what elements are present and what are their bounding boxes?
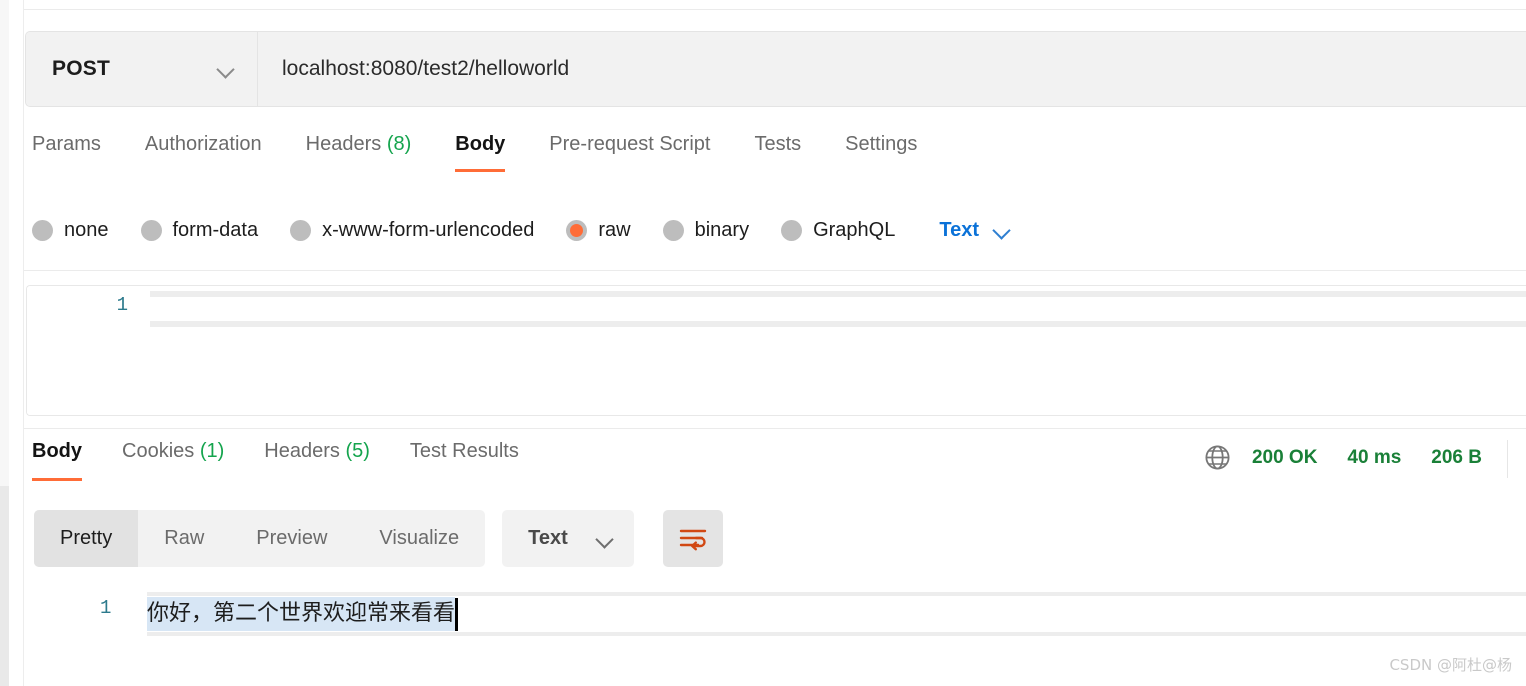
response-tab-cookies-count: (1) xyxy=(199,440,225,462)
tab-headers-count: (8) xyxy=(386,133,412,155)
radio-icon-binary xyxy=(662,219,684,241)
response-tab-cookies[interactable]: Cookies (1) xyxy=(122,440,224,485)
view-mode-raw[interactable]: Raw xyxy=(138,510,230,567)
request-editor-gutter: 1 xyxy=(27,286,150,415)
body-type-radio-group: none form-data x-www-form-urlencoded raw… xyxy=(32,208,1011,252)
globe-icon xyxy=(1205,445,1230,470)
request-editor-line-number: 1 xyxy=(116,294,128,316)
response-format-select[interactable]: Text xyxy=(502,510,634,567)
chevron-down-icon xyxy=(993,221,1011,239)
response-tab-cookies-label: Cookies xyxy=(122,440,195,462)
body-type-graphql-label: GraphQL xyxy=(813,218,896,241)
chevron-down-icon xyxy=(217,60,235,78)
body-type-binary[interactable]: binary xyxy=(662,218,750,242)
body-type-none[interactable]: none xyxy=(32,219,109,242)
chevron-down-icon xyxy=(596,530,614,548)
body-type-form-data[interactable]: form-data xyxy=(140,218,259,242)
view-mode-pretty-label: Pretty xyxy=(60,527,113,549)
status-code[interactable]: 200 OK xyxy=(1252,447,1317,469)
radio-icon-raw-selected xyxy=(566,219,588,241)
response-view-mode-group: Pretty Raw Preview Visualize xyxy=(34,510,486,567)
request-tabs: Params Authorization Headers (8) Body Pr… xyxy=(32,133,961,183)
raw-format-label: Text xyxy=(939,218,979,241)
view-mode-preview-label: Preview xyxy=(256,527,328,549)
url-bar: POST localhost:8080/test2/helloworld xyxy=(25,31,1526,107)
watermark: CSDN @阿杜@杨 xyxy=(1389,656,1512,674)
response-tab-headers-label: Headers xyxy=(264,440,340,462)
body-options-divider xyxy=(24,270,1526,271)
response-tab-headers[interactable]: Headers (5) xyxy=(264,440,370,485)
response-body-line[interactable]: 你好，第二个世界欢迎常来看看 xyxy=(147,592,1526,636)
radio-icon-graphql xyxy=(781,219,803,241)
tab-pre-request-script[interactable]: Pre-request Script xyxy=(549,133,710,178)
top-divider xyxy=(24,9,1526,10)
response-section-divider xyxy=(24,428,1526,429)
wrap-lines-button[interactable] xyxy=(662,510,723,567)
radio-icon-urlencoded xyxy=(290,219,312,241)
view-mode-visualize[interactable]: Visualize xyxy=(353,510,485,567)
body-type-raw[interactable]: raw xyxy=(566,218,631,242)
radio-icon-form-data xyxy=(140,219,162,241)
request-response-pane: POST localhost:8080/test2/helloworld Par… xyxy=(10,0,1526,686)
tab-headers-label: Headers xyxy=(305,133,382,155)
view-mode-raw-label: Raw xyxy=(164,527,205,549)
response-status-bar: 200 OK 40 ms 206 B xyxy=(1203,443,1482,472)
tab-settings-label: Settings xyxy=(845,133,918,155)
text-caret xyxy=(455,597,459,631)
view-mode-pretty[interactable]: Pretty xyxy=(34,510,139,567)
tab-tests[interactable]: Tests xyxy=(754,133,801,178)
raw-format-select[interactable]: Text xyxy=(939,219,1011,242)
response-body-viewer[interactable]: 1 你好，第二个世界欢迎常来看看 xyxy=(26,585,1526,645)
body-type-urlencoded-label: x-www-form-urlencoded xyxy=(322,218,535,241)
response-tab-test-results[interactable]: Test Results xyxy=(410,440,519,485)
response-format-label: Text xyxy=(528,527,568,549)
body-type-form-data-label: form-data xyxy=(172,218,259,241)
tab-pre-request-script-label: Pre-request Script xyxy=(549,133,711,155)
tab-body-label: Body xyxy=(455,133,506,155)
wrap-lines-icon xyxy=(679,529,706,550)
status-divider xyxy=(1507,440,1508,478)
response-view-toolbar: Pretty Raw Preview Visualize Text xyxy=(34,510,723,567)
response-tab-body-label: Body xyxy=(32,440,82,462)
tab-authorization-label: Authorization xyxy=(144,133,262,155)
window-edge-strip-lower xyxy=(0,486,9,686)
body-type-binary-label: binary xyxy=(694,218,750,241)
response-size[interactable]: 206 B xyxy=(1431,447,1482,469)
view-mode-preview[interactable]: Preview xyxy=(230,510,353,567)
request-body-editor[interactable]: 1 xyxy=(26,285,1526,416)
response-tabs: Body Cookies (1) Headers (5) Test Result… xyxy=(32,440,559,485)
body-type-none-label: none xyxy=(64,218,109,241)
response-tab-body[interactable]: Body xyxy=(32,440,82,485)
tab-params[interactable]: Params xyxy=(32,133,101,178)
http-method-select[interactable]: POST xyxy=(26,32,258,106)
http-method-label: POST xyxy=(52,57,110,80)
response-tab-test-results-label: Test Results xyxy=(409,440,519,462)
tab-settings[interactable]: Settings xyxy=(845,133,917,178)
tab-headers[interactable]: Headers (8) xyxy=(306,133,412,178)
body-type-raw-label: raw xyxy=(598,218,631,241)
radio-icon-none xyxy=(32,219,53,241)
url-input[interactable]: localhost:8080/test2/helloworld xyxy=(258,32,1526,106)
response-body-text: 你好，第二个世界欢迎常来看看 xyxy=(147,597,456,631)
body-type-graphql[interactable]: GraphQL xyxy=(781,219,895,242)
body-type-urlencoded[interactable]: x-www-form-urlencoded xyxy=(290,219,534,242)
tab-body[interactable]: Body xyxy=(455,133,506,178)
view-mode-visualize-label: Visualize xyxy=(379,527,460,549)
response-body-line-number: 1 xyxy=(100,597,112,619)
tab-tests-label: Tests xyxy=(754,133,802,155)
response-time[interactable]: 40 ms xyxy=(1347,447,1401,469)
tab-params-label: Params xyxy=(32,133,101,155)
response-tab-headers-count: (5) xyxy=(345,440,370,462)
request-editor-active-line[interactable] xyxy=(150,291,1526,327)
tab-authorization[interactable]: Authorization xyxy=(145,133,262,178)
